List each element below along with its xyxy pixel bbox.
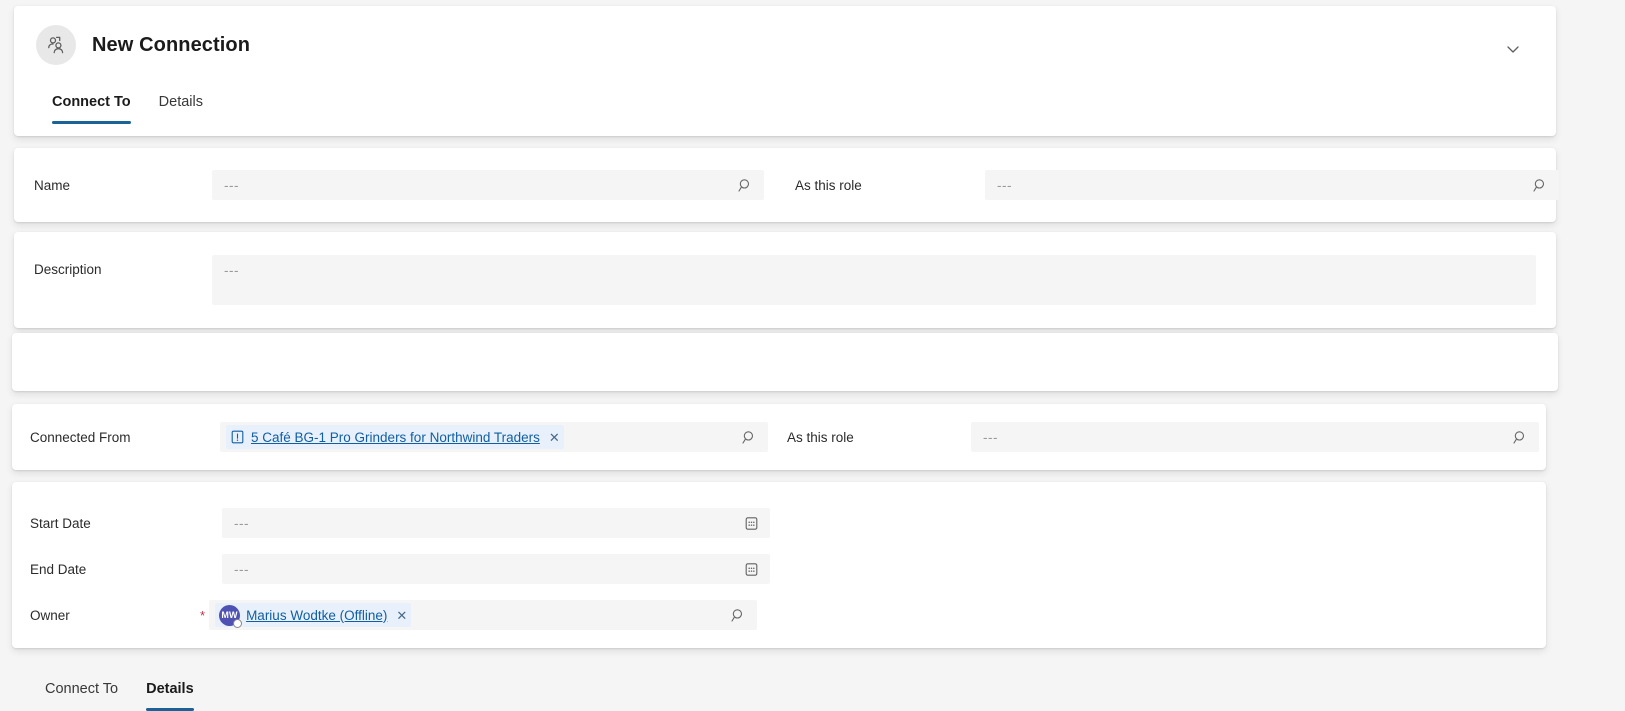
as-this-role-label: As this role bbox=[795, 177, 862, 193]
field-row-as-this-role-top: As this role --- bbox=[795, 170, 1559, 200]
search-icon[interactable] bbox=[729, 606, 747, 624]
connected-from-input[interactable]: 5 Café BG-1 Pro Grinders for Northwind T… bbox=[220, 422, 768, 452]
search-icon[interactable] bbox=[736, 176, 754, 194]
header-tabstrip: Connect To Details bbox=[52, 94, 231, 124]
tab-details[interactable]: Details bbox=[159, 94, 203, 124]
name-label: Name bbox=[34, 177, 71, 193]
as-this-role-input[interactable]: --- bbox=[985, 170, 1559, 200]
chevron-down-icon[interactable] bbox=[1500, 36, 1526, 62]
description-card: Description --- bbox=[14, 232, 1556, 328]
tab-details-lower[interactable]: Details bbox=[146, 681, 194, 711]
owner-input[interactable]: MW Marius Wodtke (Offline) ✕ bbox=[209, 600, 758, 630]
calendar-icon[interactable] bbox=[742, 514, 760, 532]
name-placeholder: --- bbox=[224, 177, 239, 193]
connection-form-page: New Connection Connect To Details Name -… bbox=[0, 0, 1625, 711]
owner-chip[interactable]: MW Marius Wodtke (Offline) ✕ bbox=[215, 603, 412, 628]
owner-label: Owner bbox=[30, 607, 70, 623]
calendar-icon[interactable] bbox=[742, 560, 760, 578]
remove-chip-icon[interactable]: ✕ bbox=[396, 609, 407, 622]
as-this-role-placeholder: --- bbox=[997, 177, 1012, 193]
tab-label: Details bbox=[158, 94, 203, 110]
tab-label: Connect To bbox=[52, 94, 131, 110]
connected-from-chip-label[interactable]: 5 Café BG-1 Pro Grinders for Northwind T… bbox=[251, 430, 540, 445]
as-this-role-details-label: As this role bbox=[787, 429, 854, 445]
tab-connect-to-lower[interactable]: Connect To bbox=[45, 681, 118, 711]
page-title: New Connection bbox=[92, 34, 251, 56]
details-tabstrip: Connect To Details bbox=[45, 681, 222, 711]
field-row-connected-from: Connected From 5 Café BG-1 Pro Grinders … bbox=[30, 422, 768, 452]
dates-owner-card: Start Date --- End Date --- Owner * MW M… bbox=[12, 482, 1546, 648]
search-icon[interactable] bbox=[1531, 176, 1549, 194]
field-row-owner: Owner * MW Marius Wodtke (Offline) ✕ bbox=[30, 600, 758, 630]
details-tabstrip-card: Connect To Details bbox=[12, 333, 1558, 711]
tab-label: Connect To bbox=[45, 681, 119, 697]
remove-chip-icon[interactable]: ✕ bbox=[549, 431, 560, 444]
end-date-label: End Date bbox=[30, 561, 87, 577]
connection-people-icon bbox=[36, 25, 76, 65]
tab-connect-to[interactable]: Connect To bbox=[52, 94, 131, 124]
search-icon[interactable] bbox=[1511, 428, 1529, 446]
owner-chip-label[interactable]: Marius Wodtke (Offline) bbox=[246, 608, 387, 623]
tab-label: Details bbox=[146, 681, 194, 697]
as-this-role-details-placeholder: --- bbox=[983, 429, 998, 445]
start-date-placeholder: --- bbox=[234, 515, 249, 531]
required-indicator: * bbox=[200, 607, 206, 623]
name-input[interactable]: --- bbox=[212, 170, 764, 200]
description-label: Description bbox=[34, 262, 102, 277]
record-header-card: New Connection Connect To Details bbox=[14, 6, 1556, 136]
start-date-input[interactable]: --- bbox=[222, 508, 770, 538]
field-row-name: Name --- bbox=[34, 170, 764, 200]
search-icon[interactable] bbox=[740, 428, 758, 446]
field-row-description: Description --- bbox=[34, 255, 1536, 305]
avatar: MW bbox=[219, 604, 243, 628]
connected-from-chip[interactable]: 5 Café BG-1 Pro Grinders for Northwind T… bbox=[226, 425, 564, 449]
as-this-role-details-input[interactable]: --- bbox=[971, 422, 1539, 452]
record-header-row: New Connection bbox=[14, 6, 1556, 82]
name-role-card: Name --- As this role --- bbox=[14, 148, 1559, 222]
field-row-end-date: End Date --- bbox=[30, 554, 770, 584]
connected-from-card: Connected From 5 Café BG-1 Pro Grinders … bbox=[12, 404, 1546, 470]
field-row-as-this-role-details: As this role --- bbox=[787, 422, 1539, 452]
description-input[interactable]: --- bbox=[212, 255, 1536, 305]
end-date-placeholder: --- bbox=[234, 561, 249, 577]
connected-from-label: Connected From bbox=[30, 429, 131, 445]
field-row-start-date: Start Date --- bbox=[30, 508, 770, 538]
order-record-icon bbox=[230, 430, 245, 445]
end-date-input[interactable]: --- bbox=[222, 554, 770, 584]
start-date-label: Start Date bbox=[30, 515, 91, 531]
presence-offline-icon bbox=[233, 618, 243, 628]
description-placeholder: --- bbox=[224, 263, 239, 278]
